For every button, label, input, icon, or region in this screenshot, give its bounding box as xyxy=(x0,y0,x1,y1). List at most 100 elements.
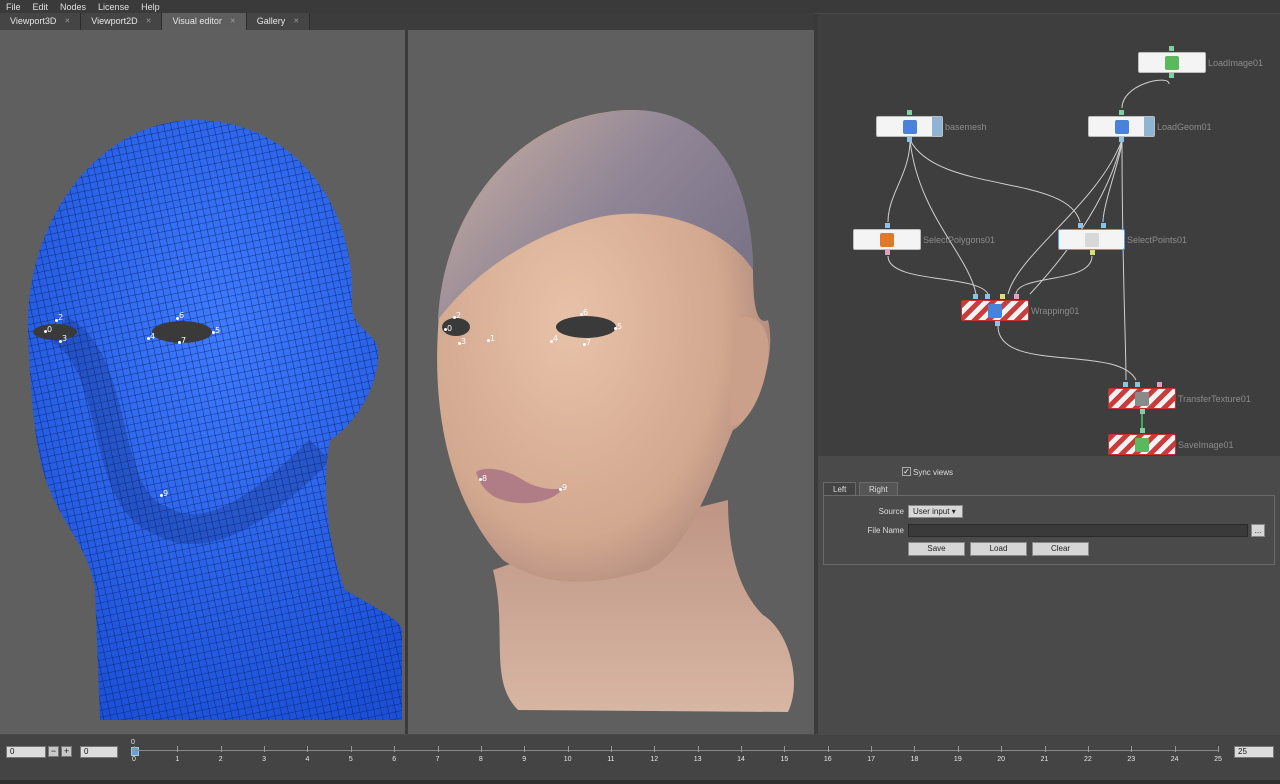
source-select[interactable]: User input ▾ xyxy=(908,505,963,518)
node-selectpolygons[interactable] xyxy=(853,229,921,250)
output-port[interactable] xyxy=(1169,73,1174,78)
tab-left[interactable]: Left xyxy=(823,482,857,495)
landmark-point[interactable] xyxy=(212,331,215,334)
landmark-point[interactable] xyxy=(178,341,181,344)
sync-views-checkbox[interactable]: ✓ xyxy=(902,467,911,476)
landmark-point[interactable] xyxy=(444,328,447,331)
input-port[interactable] xyxy=(1119,110,1124,115)
landmark-point[interactable] xyxy=(55,319,58,322)
landmark-point[interactable] xyxy=(453,316,456,319)
left-viewport[interactable]: 2 0 3 6 5 4 7 9 xyxy=(0,30,405,734)
timeline-tick-mark xyxy=(957,746,959,752)
node-graph[interactable]: LoadImage01 basemesh LoadGeom01 SelectPo… xyxy=(818,14,1280,456)
menu-license[interactable]: License xyxy=(92,2,135,12)
tab-right[interactable]: Right xyxy=(859,482,898,495)
close-icon[interactable]: ✕ xyxy=(146,13,152,30)
input-port[interactable] xyxy=(1169,46,1174,51)
node-transfertexture[interactable] xyxy=(1108,388,1176,409)
landmark-label: 9 xyxy=(562,483,568,492)
input-port[interactable] xyxy=(907,110,912,115)
node-selectpoints[interactable] xyxy=(1058,229,1125,250)
sync-views-label: Sync views xyxy=(913,468,954,477)
timeline-tick-label: 12 xyxy=(650,756,659,763)
increment-button[interactable]: + xyxy=(61,746,72,757)
node-saveimage[interactable] xyxy=(1108,434,1176,455)
source-value: User input xyxy=(913,507,950,516)
input-port[interactable] xyxy=(885,223,890,228)
timeline-tick-label: 22 xyxy=(1084,756,1092,763)
node-loadimage[interactable] xyxy=(1138,52,1206,73)
input-port[interactable] xyxy=(1157,382,1162,387)
menu-file[interactable]: File xyxy=(0,2,27,12)
timeline-tick-label: 19 xyxy=(953,756,962,763)
menu-edit[interactable]: Edit xyxy=(27,2,55,12)
node-tail xyxy=(932,117,942,136)
landmark-label: 0 xyxy=(447,324,453,333)
menu-help[interactable]: Help xyxy=(135,2,166,12)
input-port[interactable] xyxy=(1078,223,1083,228)
input-port[interactable] xyxy=(1123,382,1128,387)
right-viewport[interactable]: 2 0 3 1 4 6 5 7 8 9 xyxy=(408,30,814,734)
node-wrapping[interactable] xyxy=(961,300,1029,321)
landmark-point[interactable] xyxy=(479,478,482,481)
end-frame-input[interactable]: 25 xyxy=(1234,746,1274,758)
landmark-label: 9 xyxy=(163,489,169,498)
timeline-tick-label: 10 xyxy=(563,756,572,763)
landmark-point[interactable] xyxy=(487,339,490,342)
timeline-tick-mark xyxy=(827,746,829,752)
landmark-point[interactable] xyxy=(550,340,553,343)
close-icon[interactable]: ✕ xyxy=(64,13,70,30)
menu-nodes[interactable]: Nodes xyxy=(54,2,92,12)
timeline-tick-mark xyxy=(350,746,352,752)
tab-label: Gallery xyxy=(256,16,286,26)
input-port[interactable] xyxy=(985,294,990,299)
input-port[interactable] xyxy=(1135,382,1140,387)
timeline-tick-mark xyxy=(784,746,786,752)
current-frame-input[interactable]: 0 xyxy=(80,746,118,758)
load-button[interactable]: Load xyxy=(970,542,1027,556)
landmark-point[interactable] xyxy=(583,343,586,346)
decrement-button[interactable]: − xyxy=(48,746,59,757)
landmark-point[interactable] xyxy=(614,327,617,330)
tab-gallery[interactable]: Gallery ✕ xyxy=(246,13,311,30)
output-port[interactable] xyxy=(907,137,912,142)
timeline-tick-label: 0 xyxy=(132,756,136,763)
output-port[interactable] xyxy=(995,321,1000,326)
clear-button[interactable]: Clear xyxy=(1032,542,1089,556)
timeline-tick-mark xyxy=(437,746,439,752)
file-name-input[interactable] xyxy=(908,524,1248,537)
tab-visual-editor[interactable]: Visual editor ✕ xyxy=(162,13,247,30)
output-port[interactable] xyxy=(1090,250,1095,255)
node-basemesh[interactable] xyxy=(876,116,943,137)
start-frame-input[interactable]: 0 xyxy=(6,746,46,758)
landmark-point[interactable] xyxy=(176,317,179,320)
landmark-point[interactable] xyxy=(147,337,150,340)
playhead-handle[interactable] xyxy=(131,747,139,756)
input-port[interactable] xyxy=(973,294,978,299)
timeline-tick-label: 5 xyxy=(348,756,353,763)
save-button[interactable]: Save xyxy=(908,542,965,556)
timeline-tick-label: 9 xyxy=(522,756,527,763)
timeline-track[interactable] xyxy=(134,750,1218,751)
input-port[interactable] xyxy=(1140,428,1145,433)
landmark-point[interactable] xyxy=(458,342,461,345)
input-port[interactable] xyxy=(1000,294,1005,299)
landmark-point[interactable] xyxy=(580,313,583,316)
output-port[interactable] xyxy=(1119,137,1124,142)
landmark-point[interactable] xyxy=(44,330,47,333)
timeline-tick-label: 8 xyxy=(478,756,483,763)
close-icon[interactable]: ✕ xyxy=(230,13,236,30)
landmark-point[interactable] xyxy=(59,340,62,343)
close-icon[interactable]: ✕ xyxy=(293,13,299,30)
timeline-tick-label: 21 xyxy=(1040,756,1049,763)
landmark-point[interactable] xyxy=(559,488,562,491)
browse-button[interactable]: ... xyxy=(1251,524,1265,537)
landmark-point[interactable] xyxy=(160,494,163,497)
node-loadgeom[interactable] xyxy=(1088,116,1155,137)
input-port[interactable] xyxy=(1014,294,1019,299)
output-port[interactable] xyxy=(885,250,890,255)
tab-viewport3d[interactable]: Viewport3D ✕ xyxy=(0,13,82,30)
output-port[interactable] xyxy=(1140,409,1145,414)
tab-viewport2d[interactable]: Viewport2D ✕ xyxy=(81,13,163,30)
input-port[interactable] xyxy=(1101,223,1106,228)
